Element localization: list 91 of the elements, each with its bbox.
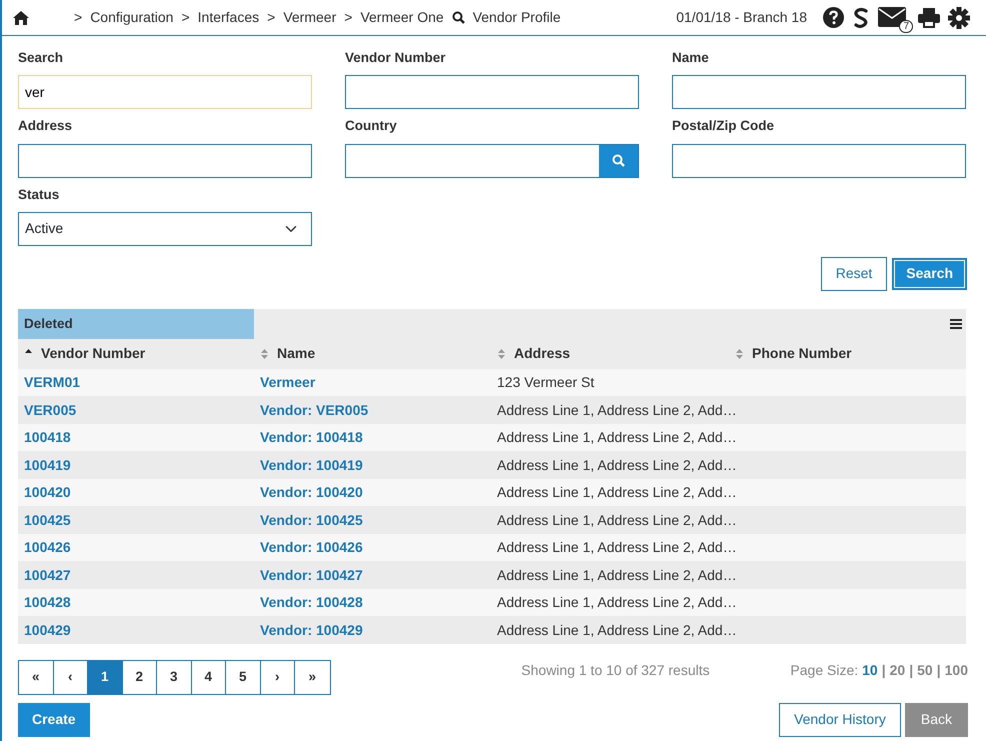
table-link[interactable]: 100428: [24, 594, 71, 610]
page-link[interactable]: 1: [88, 660, 122, 694]
group-header: Deleted: [18, 308, 254, 339]
separator: >: [74, 8, 82, 27]
history-button[interactable]: Vendor History: [779, 702, 901, 737]
breadcrumb-link[interactable]: Vermeer One: [360, 7, 444, 28]
table-cell: Address Line 1, Address Line 2, Add…: [497, 566, 737, 582]
table-link[interactable]: Vermeer: [260, 374, 316, 390]
status-dropdown[interactable]: Active: [18, 212, 312, 246]
table-cell: Address Line 1, Address Line 2, Add…: [497, 622, 737, 638]
page-link[interactable]: 2: [122, 660, 157, 694]
page-link[interactable]: ‹: [54, 660, 88, 694]
table-cell: Address Line 1, Address Line 2, Add…: [497, 402, 737, 418]
separator: |: [909, 660, 914, 680]
table-cell: Address Line 1, Address Line 2, Add…: [497, 456, 737, 472]
breadcrumb-link[interactable]: Vermeer: [283, 7, 336, 28]
table-link[interactable]: Vendor: 100426: [260, 539, 363, 555]
page-size-link[interactable]: 100: [944, 660, 968, 681]
branch-date: 01/01/18 - Branch 18: [676, 8, 807, 27]
separator: >: [344, 8, 352, 27]
table-link[interactable]: Vendor: 100427: [260, 566, 363, 582]
separator: >: [267, 8, 276, 27]
table-link[interactable]: 100418: [24, 429, 71, 445]
print-icon[interactable]: [918, 8, 940, 28]
breadcrumb-link[interactable]: Configuration: [90, 7, 174, 28]
field-label: Address: [18, 117, 74, 136]
field-label: Name: [672, 49, 710, 67]
page-title: Vendor Profile: [472, 8, 561, 27]
home-icon[interactable]: [12, 10, 30, 26]
table-link[interactable]: 100429: [24, 622, 71, 638]
lookup-field[interactable]: [345, 144, 639, 178]
search-button[interactable]: [599, 144, 638, 176]
sort-icon[interactable]: [735, 346, 744, 361]
back-button[interactable]: Back: [904, 702, 968, 737]
results-count: Showing 1 to 10 of 327 results: [521, 660, 710, 680]
table-link[interactable]: Vendor: 100419: [260, 456, 363, 472]
table-link[interactable]: VER005: [24, 402, 76, 418]
field-label: Postal/Zip Code: [672, 117, 776, 136]
reset-button[interactable]: Reset: [820, 256, 888, 291]
separator: |: [936, 660, 941, 680]
column-header[interactable]: Vendor Number: [41, 343, 146, 364]
table-cell: Address Line 1, Address Line 2, Add…: [497, 512, 737, 528]
table-link[interactable]: Vendor: 100418: [260, 429, 363, 445]
field-label: Status: [18, 186, 60, 204]
table-link[interactable]: Vendor: 100428: [260, 594, 363, 610]
table-link[interactable]: 100427: [24, 566, 71, 582]
table-cell: Address Line 1, Address Line 2, Add…: [497, 539, 737, 555]
menu-icon[interactable]: [950, 318, 962, 329]
page-size-link[interactable]: 20: [890, 660, 906, 681]
table-cell: Address Line 1, Address Line 2, Add…: [497, 429, 737, 445]
input-field[interactable]: [18, 144, 312, 178]
table-link[interactable]: 100419: [24, 456, 71, 472]
page-size-link[interactable]: 10: [862, 660, 878, 681]
search-icon: [612, 154, 625, 167]
search-icon: [452, 11, 465, 24]
page-size-label: Page Size:: [790, 660, 858, 680]
create-button[interactable]: Create: [18, 702, 90, 737]
table-link[interactable]: Vendor: VER005: [260, 402, 368, 418]
table-cell: Address Line 1, Address Line 2, Add…: [497, 484, 737, 500]
table-link[interactable]: Vendor: 100420: [260, 484, 363, 500]
search-button[interactable]: Search: [893, 258, 966, 289]
table-link[interactable]: 100420: [24, 484, 71, 500]
page-link[interactable]: 4: [192, 660, 226, 694]
table-link[interactable]: 100425: [24, 512, 71, 528]
sort-icon[interactable]: [497, 346, 506, 361]
page-size-link[interactable]: 50: [917, 660, 933, 681]
field-label: Vendor Number: [345, 49, 447, 67]
sort-icon[interactable]: [260, 346, 269, 361]
input-field[interactable]: [345, 75, 639, 110]
settings-icon[interactable]: [948, 6, 970, 28]
table-link[interactable]: 100426: [24, 539, 71, 555]
column-header[interactable]: Address: [514, 343, 570, 364]
table-cell: Address Line 1, Address Line 2, Add…: [497, 594, 737, 610]
table-cell: 123 Vermeer St: [497, 374, 594, 390]
table-link[interactable]: Vendor: 100429: [260, 622, 363, 638]
field-label: Country: [345, 117, 398, 136]
input-field[interactable]: [672, 144, 966, 178]
count-badge: 7: [899, 20, 913, 32]
input-field[interactable]: ver: [18, 75, 312, 110]
help-icon[interactable]: [823, 7, 844, 28]
column-header[interactable]: Phone Number: [752, 343, 852, 364]
table-link[interactable]: Vendor: 100425: [260, 512, 363, 528]
input-field[interactable]: [672, 75, 966, 110]
field-label: Search: [18, 49, 64, 67]
column-header[interactable]: Name: [277, 343, 316, 364]
swirl-icon[interactable]: [852, 6, 870, 28]
page-link[interactable]: ›: [260, 660, 295, 694]
table-link[interactable]: VERM01: [24, 374, 80, 390]
separator: >: [181, 8, 190, 27]
breadcrumb-link[interactable]: Interfaces: [198, 7, 260, 28]
separator: |: [882, 660, 886, 680]
